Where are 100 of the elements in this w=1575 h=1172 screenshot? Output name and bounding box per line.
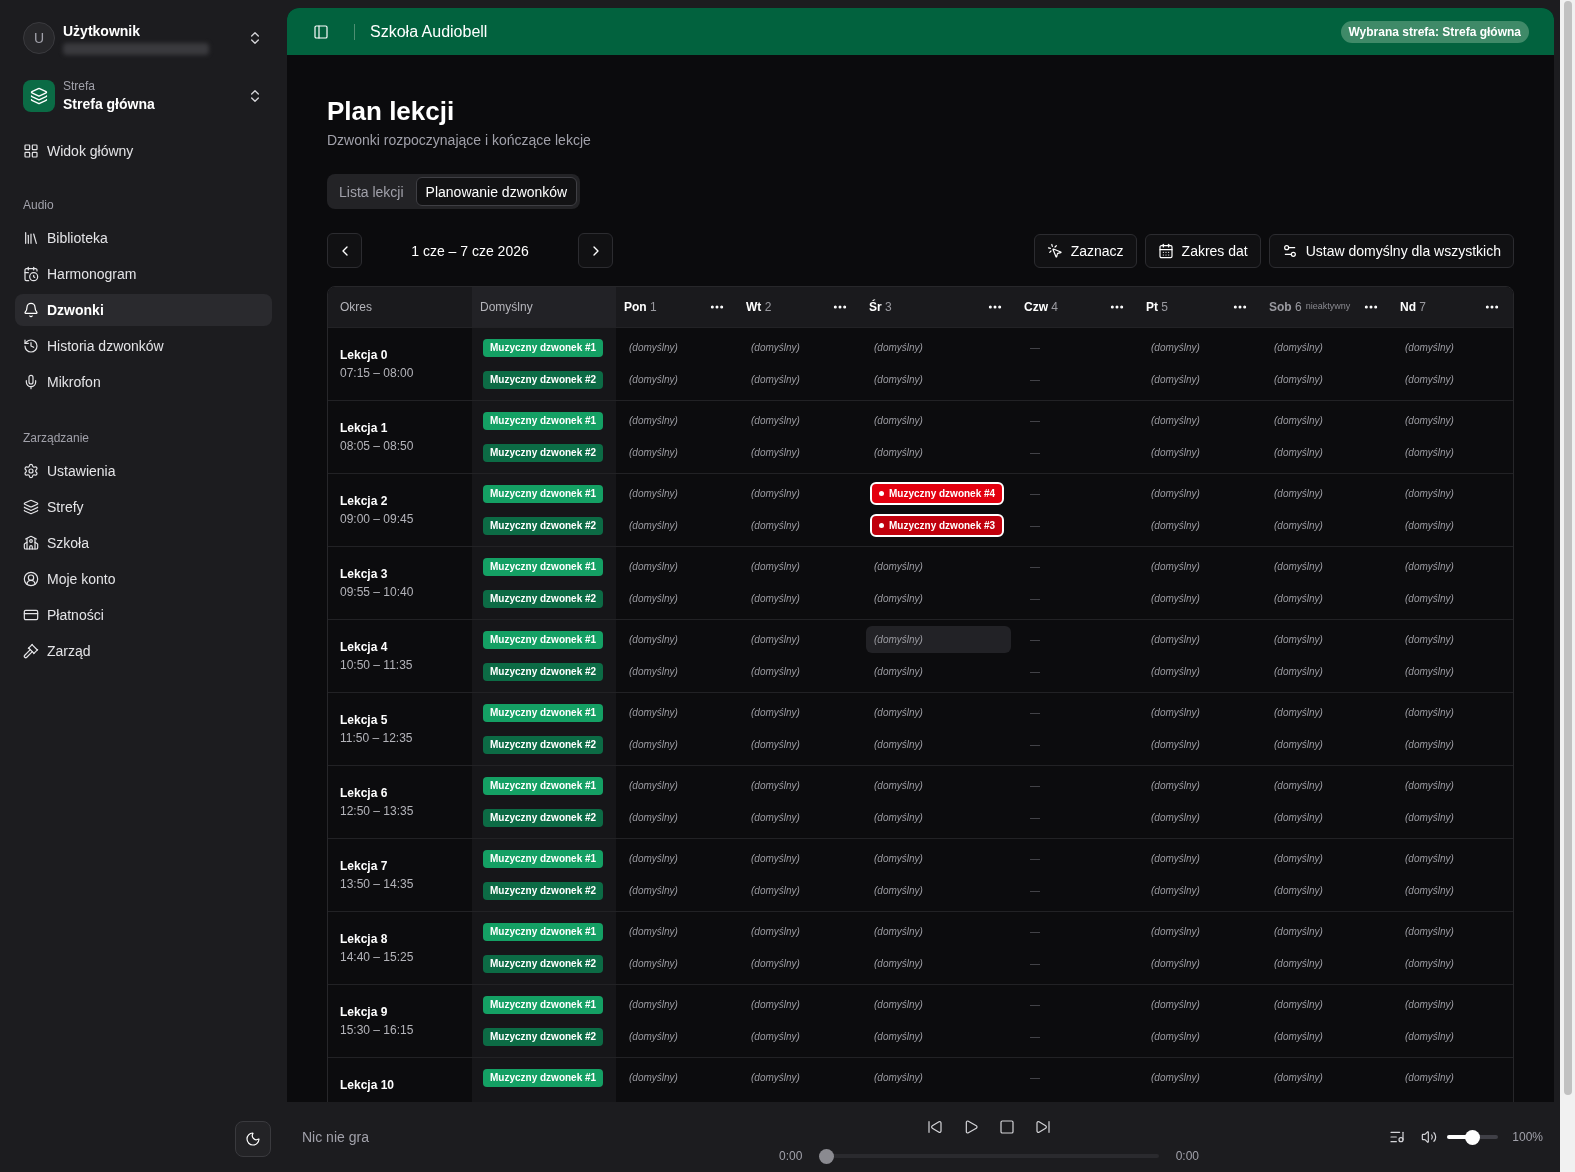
table-cell[interactable]: (domyślny) [866,918,1011,945]
table-cell[interactable]: (domyślny) [621,334,733,361]
table-cell[interactable]: (domyślny) [743,772,856,799]
table-cell[interactable]: (domyślny) [743,918,856,945]
table-cell[interactable]: (domyślny) [743,877,856,904]
table-cell[interactable]: (domyślny) [621,918,733,945]
table-cell[interactable]: (domyślny) [621,772,733,799]
table-cell[interactable]: (domyślny) [1397,991,1508,1018]
playlist-icon[interactable] [1389,1129,1406,1145]
nav-item[interactable]: Ustawienia [15,455,272,487]
table-cell[interactable]: (domyślny) [743,334,856,361]
table-cell[interactable]: (domyślny) [866,731,1011,758]
tab[interactable]: Planowanie dzwonków [415,177,578,206]
nav-item[interactable]: Płatności [15,599,272,631]
table-cell[interactable]: (domyślny) [866,366,1011,393]
table-cell[interactable]: (domyślny) [1397,772,1508,799]
skip-back-icon[interactable] [927,1119,943,1135]
table-cell[interactable]: (domyślny) [621,804,733,831]
action-button[interactable]: Zaznacz [1033,233,1137,268]
table-cell[interactable]: (domyślny) [621,366,733,393]
table-cell[interactable]: (domyślny) [743,845,856,872]
table-cell[interactable]: (domyślny) [1143,918,1256,945]
table-cell[interactable]: (domyślny) [621,950,733,977]
table-cell[interactable]: (domyślny) [1266,950,1387,977]
nav-item[interactable]: Szkoła [15,527,272,559]
table-cell[interactable]: (domyślny) [866,699,1011,726]
skip-forward-icon[interactable] [1035,1119,1051,1135]
table-cell[interactable]: (domyślny) [1266,658,1387,685]
table-cell[interactable]: (domyślny) [1143,407,1256,434]
table-cell[interactable]: (domyślny) [743,439,856,466]
table-cell[interactable]: (domyślny) [866,1023,1011,1050]
table-cell[interactable]: (domyślny) [1397,918,1508,945]
table-cell[interactable]: (domyślny) [866,658,1011,685]
nav-item[interactable]: Moje konto [15,563,272,595]
table-cell[interactable]: (domyślny) [1397,877,1508,904]
table-cell[interactable]: (domyślny) [1266,772,1387,799]
table-cell[interactable]: (domyślny) [866,845,1011,872]
table-cell[interactable]: (domyślny) [866,439,1011,466]
table-cell[interactable]: (domyślny) [621,877,733,904]
table-cell[interactable]: (domyślny) [1143,950,1256,977]
table-cell[interactable]: (domyślny) [1143,626,1256,653]
table-cell[interactable]: (domyślny) [743,658,856,685]
table-cell[interactable]: (domyślny) [1143,334,1256,361]
table-cell[interactable]: (domyślny) [743,366,856,393]
table-cell[interactable]: (domyślny) [1397,407,1508,434]
table-cell[interactable]: (domyślny) [866,407,1011,434]
table-cell[interactable]: (domyślny) [1397,950,1508,977]
table-cell[interactable]: (domyślny) [1397,731,1508,758]
table-cell[interactable]: (domyślny) [1266,334,1387,361]
table-cell[interactable]: (domyślny) [1266,699,1387,726]
table-cell[interactable]: (domyślny) [1397,553,1508,580]
table-cell[interactable]: (domyślny) [621,439,733,466]
table-cell[interactable]: (domyślny) [743,731,856,758]
table-cell[interactable]: (domyślny) [866,585,1011,612]
table-cell[interactable]: (domyślny) [1266,553,1387,580]
table-cell[interactable]: (domyślny) [1266,407,1387,434]
table-cell[interactable]: (domyślny) [1266,439,1387,466]
table-cell[interactable]: (domyślny) [1266,804,1387,831]
bell-chip[interactable]: Muzyczny dzwonek #4 [870,482,1005,505]
nav-item[interactable]: Strefy [15,491,272,523]
table-cell[interactable]: (domyślny) [1143,585,1256,612]
table-cell[interactable]: (domyślny) [1266,918,1387,945]
table-cell[interactable]: (domyślny) [1266,731,1387,758]
table-cell[interactable]: (domyślny) [621,658,733,685]
table-cell[interactable]: (domyślny) [743,804,856,831]
sidebar-toggle-icon[interactable] [313,23,329,40]
table-cell[interactable]: (domyślny) [1266,366,1387,393]
table-cell[interactable]: (domyślny) [1266,585,1387,612]
table-cell[interactable]: (domyślny) [1143,699,1256,726]
table-cell[interactable]: (domyślny) [743,1064,856,1091]
table-cell[interactable]: (domyślny) [866,877,1011,904]
slider-thumb[interactable] [1465,1129,1481,1145]
table-cell[interactable]: (domyślny) [866,553,1011,580]
next-button[interactable] [578,233,613,268]
volume-icon[interactable] [1421,1129,1438,1145]
table-cell[interactable]: (domyślny) [1266,1023,1387,1050]
table-cell[interactable]: (domyślny) [743,585,856,612]
table-cell[interactable]: (domyślny) [1143,658,1256,685]
table-cell[interactable]: (domyślny) [1397,512,1508,539]
action-button[interactable]: Zakres dat [1144,233,1261,268]
table-cell[interactable]: (domyślny) [1266,626,1387,653]
table-cell[interactable]: (domyślny) [1143,877,1256,904]
table-cell[interactable]: (domyślny) [743,553,856,580]
table-cell[interactable]: (domyślny) [1397,804,1508,831]
table-cell[interactable]: (domyślny) [866,804,1011,831]
bell-chip[interactable]: Muzyczny dzwonek #3 [870,514,1005,537]
volume-track[interactable] [1447,1129,1499,1145]
play-icon[interactable] [963,1119,979,1135]
table-cell[interactable]: (domyślny) [621,1064,733,1091]
table-cell[interactable]: (domyślny) [1397,845,1508,872]
table-cell[interactable]: (domyślny) [866,950,1011,977]
table-cell[interactable]: (domyślny) [1143,366,1256,393]
table-cell[interactable]: (domyślny) [1266,512,1387,539]
table-cell[interactable]: (domyślny) [1143,772,1256,799]
table-cell[interactable]: (domyślny) [1266,1064,1387,1091]
progress-track[interactable] [819,1148,1159,1164]
theme-toggle-button[interactable] [235,1121,271,1157]
table-cell[interactable]: (domyślny) [743,699,856,726]
table-cell[interactable]: (domyślny) [1143,845,1256,872]
table-cell[interactable]: (domyślny) [1397,439,1508,466]
